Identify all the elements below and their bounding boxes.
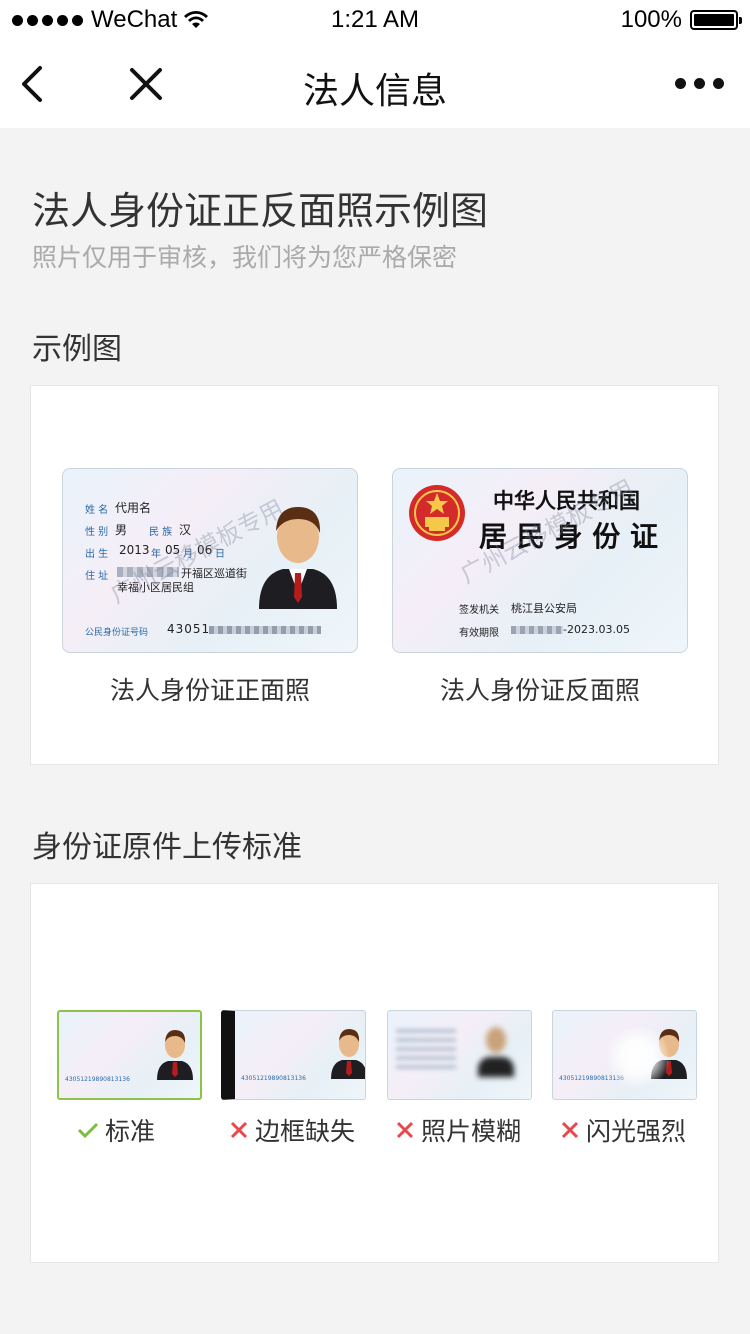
- blurry-text: 照片模糊: [421, 1117, 522, 1146]
- blurry-label: 照片模糊: [395, 1112, 521, 1148]
- authority-label: 签发机关: [459, 605, 499, 616]
- id-birth-year: 2013: [119, 543, 150, 557]
- status-bar: WeChat 1:21 AM 100%: [0, 0, 750, 40]
- id-number-label: 公民身份证号码: [85, 628, 149, 638]
- person-avatar-icon: [259, 507, 337, 609]
- more-icon[interactable]: [675, 78, 724, 89]
- id-number: 43051: [167, 622, 211, 636]
- cross-icon: [561, 1121, 579, 1139]
- battery-percent: 100%: [620, 6, 682, 33]
- page-title: 法人身份证正反面照示例图: [32, 189, 489, 233]
- blurred-validity: [511, 626, 563, 634]
- standard-ok-text: 标准: [105, 1117, 156, 1146]
- validity-label: 有效期限: [459, 628, 499, 639]
- cross-icon: [396, 1121, 414, 1139]
- standards-card: 43051219890813136 标准 43051219890813136 边…: [30, 883, 719, 1263]
- id-front-image: 姓 名 代用名 性 别 男 民 族 汉 出 生 2013 年 05 月 06 日…: [62, 468, 358, 653]
- id-gender-label: 性 别: [85, 527, 109, 538]
- front-caption: 法人身份证正面照: [109, 676, 310, 705]
- flash-id-thumbnail: 43051219890813136: [552, 1010, 697, 1100]
- example-section-title: 示例图: [32, 332, 122, 367]
- standards-section-title: 身份证原件上传标准: [32, 830, 302, 865]
- id-birth-label: 出 生: [85, 549, 109, 560]
- blurry-id-thumbnail: [387, 1010, 532, 1100]
- flash-glare: [603, 1027, 673, 1087]
- page-subtitle: 照片仅用于审核，我们将为您严格保密: [32, 243, 458, 272]
- standard-ok-label: 标准: [77, 1112, 155, 1148]
- national-emblem-icon: [409, 485, 465, 541]
- flash-label: 闪光强烈: [560, 1112, 686, 1148]
- id-back-image: 中华人民共和国 居 民 身 份 证 广州云移模板专用 签发机关 桃江县公安局 有…: [392, 468, 688, 653]
- back-caption: 法人身份证反面照: [439, 676, 640, 705]
- flash-text: 闪光强烈: [586, 1117, 687, 1146]
- person-avatar-icon: [476, 1023, 516, 1077]
- status-right: 100%: [620, 6, 742, 34]
- border-missing-thumbnail: 43051219890813136: [221, 1010, 366, 1100]
- example-card: 姓 名 代用名 性 别 男 民 族 汉 出 生 2013 年 05 月 06 日…: [30, 385, 719, 765]
- border-missing-label: 边框缺失: [229, 1112, 355, 1148]
- standard-id-thumbnail: 43051219890813136: [57, 1010, 202, 1100]
- nav-bar: 法人信息: [0, 40, 750, 128]
- person-avatar-icon: [331, 1029, 365, 1079]
- small-id-number: 43051219890813136: [241, 1075, 306, 1082]
- validity-value: -2023.03.05: [563, 623, 630, 636]
- person-avatar-icon: [157, 1030, 193, 1080]
- id-name-label: 姓 名: [85, 505, 109, 516]
- blurred-text: [396, 1029, 456, 1069]
- authority-value: 桃江县公安局: [511, 602, 577, 615]
- id-gender: 男: [115, 523, 128, 537]
- nav-title: 法人信息: [302, 71, 447, 112]
- border-missing-text: 边框缺失: [255, 1117, 356, 1146]
- cross-icon: [230, 1121, 248, 1139]
- battery-icon: [690, 10, 742, 30]
- id-name: 代用名: [115, 501, 152, 515]
- id-ethnic-label: 民 族: [149, 527, 173, 538]
- small-id-number: 43051219890813136: [65, 1076, 130, 1083]
- check-icon: [77, 1122, 99, 1139]
- blurred-id-number: [209, 626, 321, 634]
